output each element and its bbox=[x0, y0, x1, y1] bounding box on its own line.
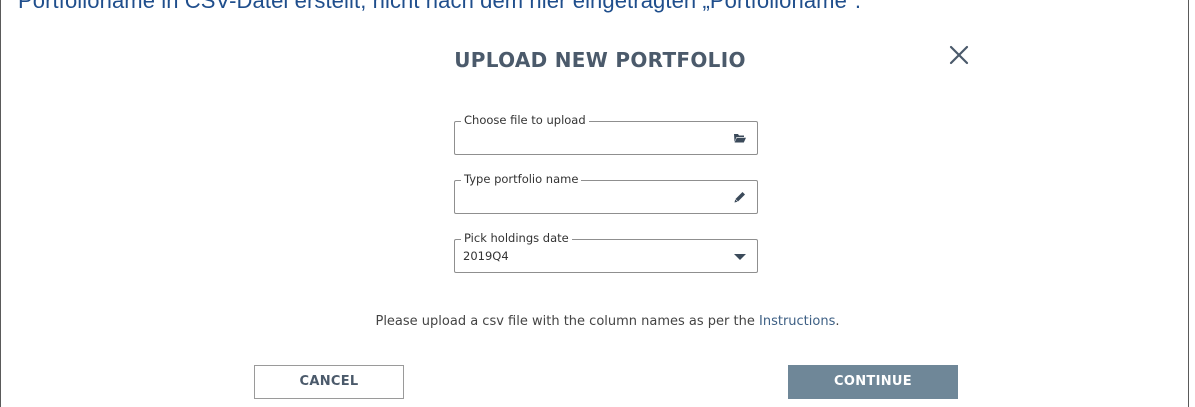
close-icon bbox=[949, 45, 969, 65]
instructions-before: Please upload a csv file with the column… bbox=[375, 314, 759, 329]
screenshot-frame: Portfolioname in CSV-Datei erstellt, nic… bbox=[0, 0, 1195, 407]
holdings-date-value: 2019Q4 bbox=[463, 249, 509, 263]
file-upload-field[interactable]: Choose file to upload bbox=[454, 113, 758, 155]
instructions-after: . bbox=[835, 314, 840, 329]
frame-border-left bbox=[0, 0, 1, 407]
banner-text: Portfolioname in CSV-Datei erstellt, nic… bbox=[18, 0, 862, 13]
pencil-icon[interactable] bbox=[733, 190, 747, 204]
close-button[interactable] bbox=[944, 40, 974, 70]
cancel-button[interactable]: CANCEL bbox=[254, 365, 404, 399]
holdings-date-label: Pick holdings date bbox=[461, 231, 572, 245]
holdings-date-select[interactable]: Pick holdings date 2019Q4 bbox=[454, 231, 758, 273]
caret-down-icon[interactable] bbox=[733, 250, 747, 264]
frame-border-right bbox=[1188, 0, 1189, 407]
file-upload-label: Choose file to upload bbox=[461, 113, 589, 127]
modal-title: UPLOAD NEW PORTFOLIO bbox=[454, 48, 746, 72]
continue-button[interactable]: CONTINUE bbox=[788, 365, 958, 399]
folder-open-icon[interactable] bbox=[733, 131, 747, 145]
instructions-link[interactable]: Instructions bbox=[759, 314, 835, 329]
portfolio-name-field[interactable]: Type portfolio name bbox=[454, 172, 758, 214]
instructions-text: Please upload a csv file with the column… bbox=[200, 314, 1015, 329]
portfolio-name-label: Type portfolio name bbox=[461, 172, 582, 186]
